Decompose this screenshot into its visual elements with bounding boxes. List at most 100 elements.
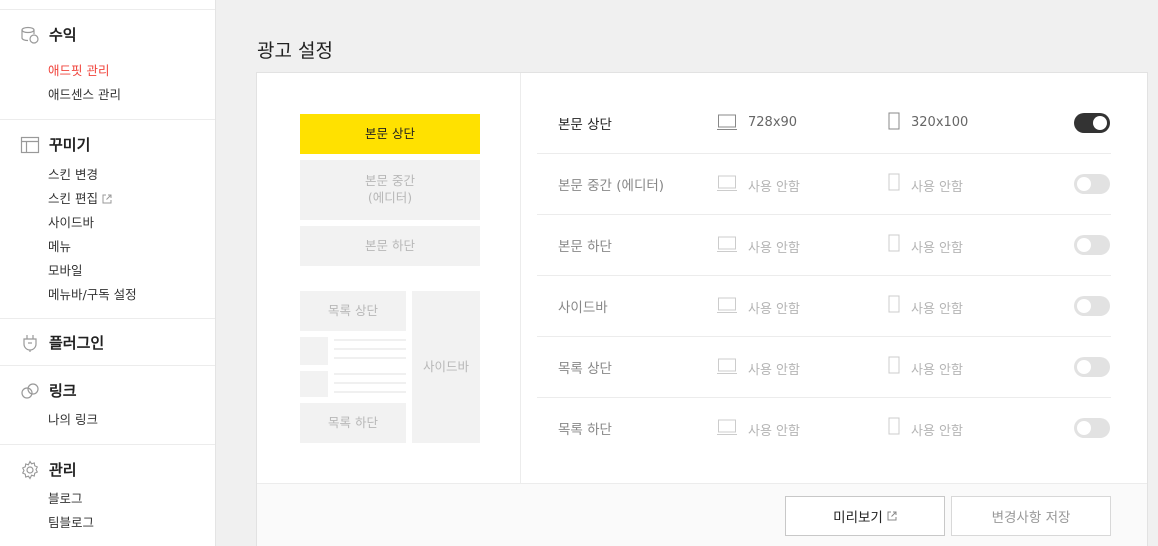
sidebar-section-manage: 관리 블로그 팀블로그 — [0, 444, 215, 546]
sidebar-head-plugin[interactable]: 플러그인 — [20, 332, 104, 353]
ad-slot-pc-size: 사용 안함 — [748, 424, 800, 439]
ad-slot-label: 본문 하단 — [558, 239, 612, 255]
ad-slot-toggle[interactable] — [1074, 235, 1110, 255]
preview-content-top: 본문 상단 — [300, 114, 480, 154]
desktop-icon — [717, 236, 737, 252]
sidebar-item-adfit[interactable]: 애드핏 관리 — [48, 60, 109, 79]
preview-thumb — [300, 337, 328, 365]
sidebar-head-label: 플러그인 — [49, 334, 105, 352]
sidebar-item-blog[interactable]: 블로그 — [48, 488, 83, 507]
ad-slot-label: 목록 상단 — [558, 361, 612, 377]
preview-text-line — [334, 391, 406, 393]
ad-slot-row: 목록 상단 사용 안함 사용 안함 — [537, 337, 1111, 398]
card-footer: 미리보기 변경사항 저장 — [257, 483, 1147, 546]
desktop-icon — [717, 419, 737, 435]
external-link-icon — [887, 511, 897, 521]
sidebar-head-label: 꾸미기 — [49, 136, 91, 154]
sidebar-item-menubar[interactable]: 메뉴바/구독 설정 — [48, 284, 137, 303]
preview-thumb — [300, 371, 328, 397]
preview-text-line — [334, 357, 406, 359]
preview-text-line — [334, 382, 406, 384]
ad-slot-toggle[interactable] — [1074, 418, 1110, 438]
sidebar-item-menu[interactable]: 메뉴 — [48, 236, 71, 255]
preview-middle-line1: 본문 중간 — [365, 173, 415, 189]
ad-slot-label: 목록 하단 — [558, 422, 612, 438]
preview-sidebar: 사이드바 — [412, 291, 480, 443]
preview-text-line — [334, 373, 406, 375]
ad-slot-pc-size: 사용 안함 — [748, 180, 800, 195]
ad-slot-label: 본문 중간 (에디터) — [558, 178, 665, 194]
desktop-icon — [717, 114, 737, 130]
ad-slot-toggle[interactable] — [1074, 357, 1110, 377]
ad-slot-pc-size: 사용 안함 — [748, 241, 800, 256]
sidebar-item-sidebar[interactable]: 사이드바 — [48, 212, 94, 231]
external-link-icon — [102, 194, 112, 204]
ad-slot-mobile-size: 320x100 — [911, 115, 969, 130]
desktop-icon — [717, 175, 737, 191]
sidebar-head-design[interactable]: 꾸미기 — [20, 134, 90, 155]
ad-slot-row: 본문 중간 (에디터) 사용 안함 사용 안함 — [537, 154, 1111, 215]
ad-slot-pc-size: 728x90 — [748, 115, 798, 130]
sidebar-head-manage[interactable]: 관리 — [20, 459, 77, 480]
sidebar-section-design: 꾸미기 스킨 변경 스킨 편집 사이드바 메뉴 모바일 메뉴바/구독 설정 — [0, 119, 215, 318]
ad-settings-card: 본문 상단 본문 중간 (에디터) 본문 하단 목록 상단 목록 하단 사이드바… — [256, 72, 1148, 546]
sidebar-head-label: 수익 — [49, 26, 77, 44]
ad-slot-pc-size: 사용 안함 — [748, 302, 800, 317]
mobile-icon — [888, 295, 900, 313]
sidebar-section-revenue: 수익 애드핏 관리 애드센스 관리 — [0, 9, 215, 119]
sidebar-section-link: 링크 나의 링크 — [0, 365, 215, 444]
save-changes-button[interactable]: 변경사항 저장 — [951, 496, 1111, 536]
preview-text-line — [334, 348, 406, 350]
sidebar-head-revenue[interactable]: 수익 — [20, 24, 77, 45]
ad-slot-toggle[interactable] — [1074, 296, 1110, 316]
mobile-icon — [888, 417, 900, 435]
sidebar-head-link[interactable]: 링크 — [20, 380, 77, 401]
ad-slot-row: 사이드바 사용 안함 사용 안함 — [537, 276, 1111, 337]
mobile-icon — [888, 356, 900, 374]
sidebar-item-my-link[interactable]: 나의 링크 — [48, 409, 98, 428]
desktop-icon — [717, 358, 737, 374]
preview-list-top: 목록 상단 — [300, 291, 406, 331]
ad-slot-row: 목록 하단 사용 안함 사용 안함 — [537, 398, 1111, 459]
mobile-icon — [888, 234, 900, 252]
link-icon — [20, 381, 40, 401]
gear-icon — [20, 459, 40, 480]
preview-text-line — [334, 339, 406, 341]
sidebar-item-adsense[interactable]: 애드센스 관리 — [48, 84, 121, 103]
mobile-icon — [888, 173, 900, 191]
ad-layout-preview: 본문 상단 본문 중간 (에디터) 본문 하단 목록 상단 목록 하단 사이드바 — [257, 73, 521, 483]
ad-slot-row: 본문 상단 728x90 320x100 — [537, 93, 1111, 154]
sidebar-head-label: 관리 — [49, 461, 77, 479]
sidebar-item-label: 스킨 편집 — [48, 191, 98, 206]
coins-icon — [20, 25, 40, 45]
desktop-icon — [717, 297, 737, 313]
sidebar-item-teamblog[interactable]: 팀블로그 — [48, 512, 94, 531]
sidebar-head-label: 링크 — [49, 382, 77, 400]
ad-slot-row: 본문 하단 사용 안함 사용 안함 — [537, 215, 1111, 276]
ad-slot-label: 사이드바 — [558, 300, 608, 316]
ad-slot-mobile-size: 사용 안함 — [911, 424, 963, 439]
preview-content-middle: 본문 중간 (에디터) — [300, 160, 480, 220]
ad-slot-pc-size: 사용 안함 — [748, 363, 800, 378]
ad-slot-toggle[interactable] — [1074, 174, 1110, 194]
sidebar: 수익 애드핏 관리 애드센스 관리 꾸미기 스킨 변경 스킨 편집 사이드바 메… — [0, 0, 216, 546]
ad-slot-mobile-size: 사용 안함 — [911, 241, 963, 256]
ad-slot-label: 본문 상단 — [558, 117, 612, 133]
preview-button-label: 미리보기 — [833, 510, 883, 526]
ad-slot-mobile-size: 사용 안함 — [911, 180, 963, 195]
page-title: 광고 설정 — [257, 40, 333, 62]
sidebar-section-plugin: 플러그인 — [0, 318, 215, 365]
preview-button[interactable]: 미리보기 — [785, 496, 945, 536]
plug-icon — [20, 333, 40, 353]
ad-slot-mobile-size: 사용 안함 — [911, 302, 963, 317]
sidebar-item-mobile[interactable]: 모바일 — [48, 260, 83, 279]
preview-middle-line2: (에디터) — [367, 190, 413, 205]
layout-icon — [20, 135, 40, 155]
sidebar-item-skin-change[interactable]: 스킨 변경 — [48, 164, 98, 183]
mobile-icon — [888, 112, 900, 130]
preview-list-bottom: 목록 하단 — [300, 403, 406, 443]
preview-content-bottom: 본문 하단 — [300, 226, 480, 266]
ad-slot-toggle[interactable] — [1074, 113, 1110, 133]
ad-slot-mobile-size: 사용 안함 — [911, 363, 963, 378]
sidebar-item-skin-edit[interactable]: 스킨 편집 — [48, 188, 112, 207]
